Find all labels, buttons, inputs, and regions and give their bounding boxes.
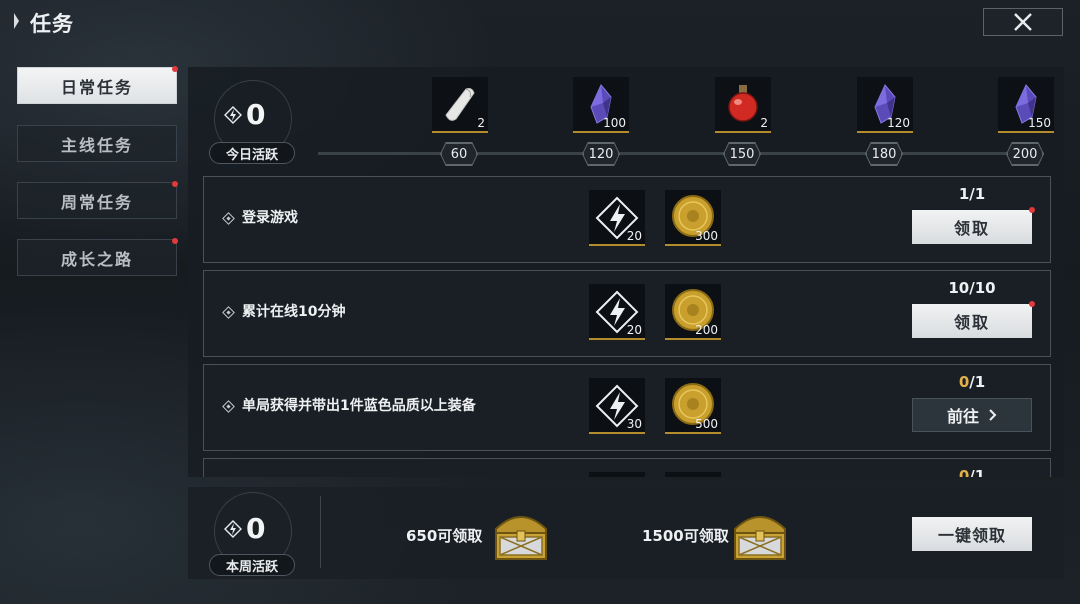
progress-total: /1 <box>969 467 986 477</box>
treasure-chest-icon <box>495 516 547 560</box>
task-reward-gold[interactable]: 500 <box>665 378 721 434</box>
claim-all-button-label: 一键领取 <box>937 526 1006 545</box>
chest-label: 1500可领取 <box>642 527 729 545</box>
milestone-marker: 60 <box>440 142 478 166</box>
daily-activity-label: 今日活跃 <box>209 142 295 164</box>
activity-progress-track <box>318 152 1044 155</box>
progress-current: 10 <box>948 279 970 297</box>
reward-count: 100 <box>603 116 626 130</box>
task-reward-slot <box>589 472 645 477</box>
sidebar-item-weekly-tasks[interactable]: 周常任务 <box>17 181 178 219</box>
milestone-marker: 180 <box>865 142 903 166</box>
task-row-clip: 0/1 <box>203 458 1051 477</box>
notification-dot <box>172 66 178 72</box>
task-row: 单局获得并带出1件蓝色品质以上装备 30 500 0/1 前往 <box>203 364 1051 451</box>
reward-count: 120 <box>887 116 910 130</box>
progress-current: 0 <box>958 373 970 391</box>
task-name: 累计在线10分钟 <box>242 304 346 320</box>
treasure-chest-icon <box>734 516 786 560</box>
claim-all-button[interactable]: 一键领取 <box>912 517 1032 551</box>
reward-count: 30 <box>626 417 642 431</box>
milestone-reward-150[interactable]: 2 <box>715 77 771 133</box>
reward-count: 2 <box>760 116 768 130</box>
sidebar-item-growth-path[interactable]: 成长之路 <box>17 238 178 276</box>
task-name: 登录游戏 <box>242 210 298 226</box>
task-reward-energy[interactable]: 20 <box>589 284 645 340</box>
reward-count: 20 <box>626 229 642 243</box>
reward-count: 150 <box>1028 116 1051 130</box>
claim-button-label: 领取 <box>953 313 990 332</box>
milestone-points: 200 <box>1007 143 1043 165</box>
progress-total: /1 <box>969 185 986 203</box>
sidebar-item-label: 日常任务 <box>60 77 133 97</box>
task-reward-gold[interactable]: 300 <box>665 190 721 246</box>
task-bullet-icon <box>222 306 235 319</box>
milestone-reward-60[interactable]: 2 <box>432 77 488 133</box>
task-progress: 0/1 <box>932 373 1012 391</box>
task-progress: 10/10 <box>932 279 1012 297</box>
task-reward-gold[interactable]: 200 <box>665 284 721 340</box>
task-reward-energy[interactable]: 20 <box>589 190 645 246</box>
weekly-chest-650[interactable] <box>488 503 554 565</box>
close-button[interactable] <box>983 8 1063 36</box>
sidebar-item-label: 成长之路 <box>60 249 133 269</box>
daily-activity-value: 0 <box>246 98 266 131</box>
claim-button[interactable]: 领取 <box>912 210 1032 244</box>
milestone-reward-200[interactable]: 150 <box>998 77 1054 133</box>
claim-button-label: 领取 <box>953 219 990 238</box>
sidebar-item-main-tasks[interactable]: 主线任务 <box>17 125 177 162</box>
goto-button-label: 前往 <box>946 407 979 426</box>
task-name: 单局获得并带出1件蓝色品质以上装备 <box>242 398 476 414</box>
page-title: 任务 <box>30 12 74 36</box>
notification-dot <box>172 181 178 187</box>
task-reward-slot <box>665 472 721 477</box>
energy-icon <box>224 520 242 538</box>
reward-count: 2 <box>477 116 485 130</box>
sidebar-item-label: 周常任务 <box>60 192 133 212</box>
reward-count: 200 <box>695 323 718 337</box>
task-progress: 1/1 <box>932 185 1012 203</box>
chest-label: 650可领取 <box>406 527 483 545</box>
task-row: 登录游戏 20 300 1/1 领取 <box>203 176 1051 263</box>
weekly-activity-label: 本周活跃 <box>209 554 295 576</box>
sidebar-item-daily-tasks[interactable]: 日常任务 <box>17 66 178 104</box>
divider <box>320 496 321 568</box>
milestone-marker: 200 <box>1006 142 1044 166</box>
task-progress: 0/1 <box>932 467 1012 477</box>
milestone-points: 180 <box>866 143 902 165</box>
close-icon <box>1014 13 1032 31</box>
milestone-marker: 120 <box>582 142 620 166</box>
milestone-reward-180[interactable]: 120 <box>857 77 913 133</box>
reward-count: 500 <box>695 417 718 431</box>
progress-total: /10 <box>969 279 996 297</box>
task-bullet-icon <box>222 212 235 225</box>
progress-current: 0 <box>958 467 970 477</box>
goto-button[interactable]: 前往 <box>912 398 1032 432</box>
milestone-points: 60 <box>441 143 477 165</box>
energy-icon <box>224 106 242 124</box>
weekly-activity-value: 0 <box>246 512 266 545</box>
milestone-points: 150 <box>724 143 760 165</box>
notification-dot <box>1029 301 1035 307</box>
chevron-right-icon <box>989 409 997 421</box>
title-marker-icon <box>14 10 19 32</box>
claim-button[interactable]: 领取 <box>912 304 1032 338</box>
weekly-chest-1500[interactable] <box>727 503 793 565</box>
notification-dot <box>172 238 178 244</box>
notification-dot <box>1029 207 1035 213</box>
progress-current: 1 <box>958 185 970 203</box>
sidebar-item-label: 主线任务 <box>60 135 133 155</box>
reward-count: 300 <box>695 229 718 243</box>
milestone-points: 120 <box>583 143 619 165</box>
task-row: 累计在线10分钟 20 200 10/10 领取 <box>203 270 1051 357</box>
task-reward-energy[interactable]: 30 <box>589 378 645 434</box>
milestone-marker: 150 <box>723 142 761 166</box>
task-bullet-icon <box>222 400 235 413</box>
progress-total: /1 <box>969 373 986 391</box>
task-row: 0/1 <box>203 458 1051 477</box>
reward-count: 20 <box>626 323 642 337</box>
milestone-reward-120[interactable]: 100 <box>573 77 629 133</box>
